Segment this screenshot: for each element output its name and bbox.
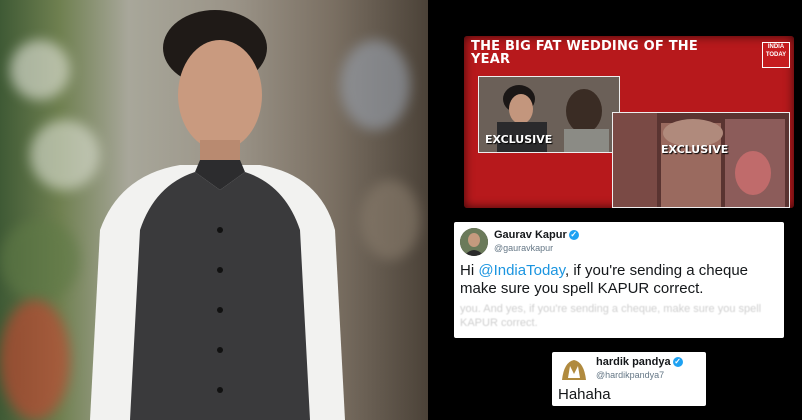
tweet-faded-text: you. And yes, if you're sending a cheque… [460,303,762,329]
tweet-author-handle[interactable]: @gauravkapur [494,243,553,253]
tweet-author-handle[interactable]: @hardikpandya7 [596,370,664,380]
left-photo [0,0,428,420]
tweet-hardik-pandya[interactable]: hardik pandya ✓ @hardikpandya7 Hahaha [552,352,706,406]
tweet-gaurav-kapur[interactable]: Gaurav Kapur ✓ @gauravkapur Hi @IndiaToda… [454,222,784,338]
mention-link[interactable]: @IndiaToday [478,262,565,279]
bokeh-crowd [360,180,420,260]
tweet-author-name[interactable]: Gaurav Kapur ✓ [494,229,579,241]
man-in-vest-figure [90,10,345,420]
right-panel: THE BIG FAT WEDDING OF THE YEAR INDIA TO… [428,0,802,420]
exclusive-label: EXCLUSIVE [485,133,553,146]
verified-icon: ✓ [672,357,683,368]
avatar[interactable] [460,228,488,256]
tv-clip-left: EXCLUSIVE [478,76,620,153]
tv-clip-right: EXCLUSIVE [612,112,790,208]
india-today-logo: INDIA TODAY [762,42,790,68]
tv-headline: THE BIG FAT WEDDING OF THE YEAR [471,39,698,67]
clip-wedding-image [613,113,789,207]
exclusive-label: EXCLUSIVE [661,143,729,156]
verified-icon: ✓ [568,230,579,241]
tweet-text: Hi @IndiaToday, if you're sending a cheq… [460,262,749,297]
tv-screen: THE BIG FAT WEDDING OF THE YEAR INDIA TO… [464,36,794,208]
avatar[interactable] [558,356,590,384]
tweet-author-name[interactable]: hardik pandya ✓ [596,356,683,368]
tweet-text: Hahaha [558,386,611,403]
